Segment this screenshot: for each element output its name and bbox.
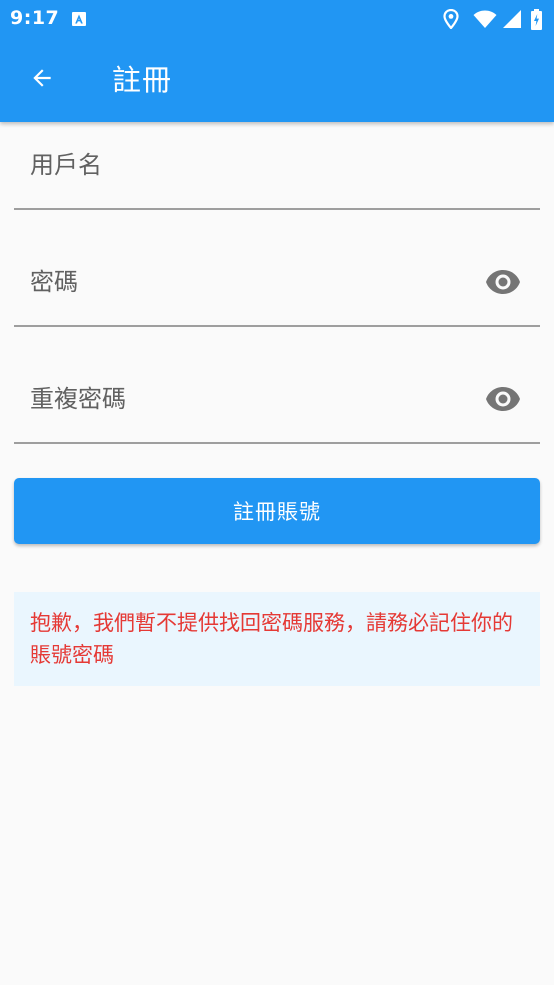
username-field	[14, 122, 540, 210]
status-icons	[443, 8, 542, 30]
confirm-password-visibility-toggle[interactable]	[484, 384, 522, 418]
app-header: 9:17 註冊	[0, 0, 554, 122]
register-account-button[interactable]: 註冊賬號	[14, 478, 540, 544]
confirm-password-field	[14, 356, 540, 444]
signal-icon	[503, 10, 521, 28]
battery-icon	[531, 8, 542, 30]
password-input[interactable]	[14, 239, 540, 325]
toolbar: 註冊	[0, 38, 554, 122]
password-field	[14, 239, 540, 327]
page-title: 註冊	[112, 63, 173, 97]
status-time: 9:17	[10, 7, 60, 29]
eye-icon	[485, 269, 521, 299]
username-input[interactable]	[14, 122, 540, 208]
notice-text: 抱歉，我們暫不提供找回密碼服務，請務必記住你的賬號密碼	[30, 611, 513, 667]
confirm-password-input[interactable]	[14, 356, 540, 442]
wifi-icon	[473, 10, 497, 28]
password-recovery-notice: 抱歉，我們暫不提供找回密碼服務，請務必記住你的賬號密碼	[14, 592, 540, 686]
back-button[interactable]	[20, 58, 64, 102]
password-visibility-toggle[interactable]	[484, 267, 522, 301]
location-icon	[443, 9, 459, 29]
a-notification-icon	[72, 11, 86, 26]
status-bar: 9:17	[0, 0, 554, 38]
eye-icon	[485, 386, 521, 416]
arrow-back-icon	[29, 65, 55, 95]
